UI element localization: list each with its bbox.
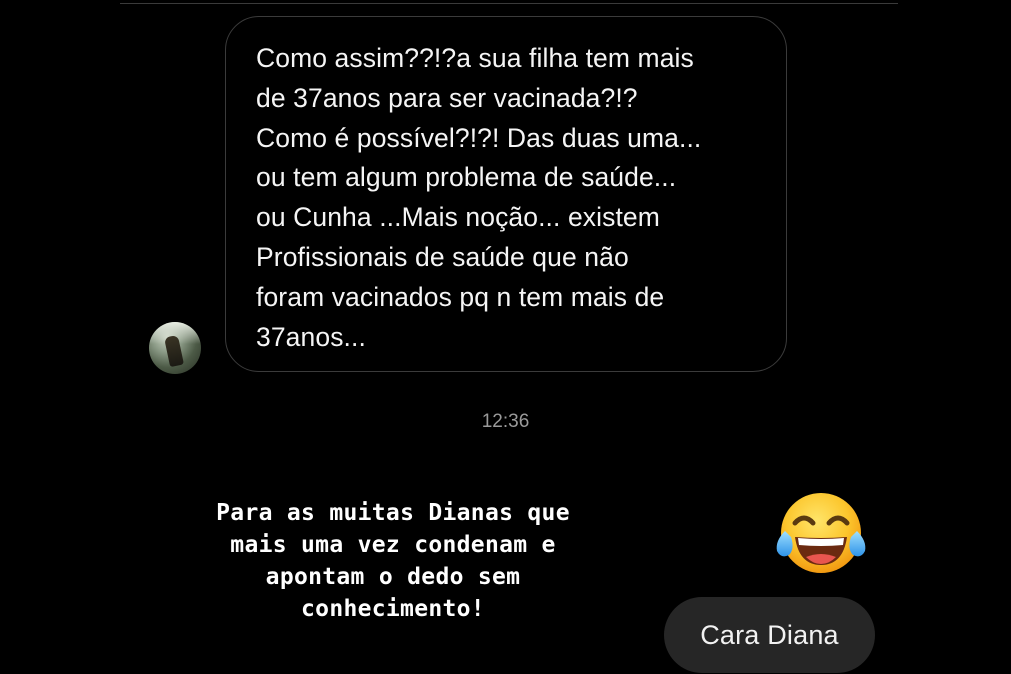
top-divider	[120, 3, 898, 4]
sent-reply-bubble[interactable]: Cara Diana	[664, 597, 875, 673]
received-message-text: Como assim??!?a sua filha tem mais de 37…	[256, 43, 702, 352]
story-caption: Para as muitas Dianas que mais uma vez c…	[216, 500, 570, 622]
sent-reply-text: Cara Diana	[700, 619, 839, 650]
laughing-tears-emoji-icon	[776, 493, 866, 573]
sender-avatar[interactable]	[149, 322, 201, 374]
received-message-bubble[interactable]: Como assim??!?a sua filha tem mais de 37…	[225, 16, 787, 372]
message-timestamp: 12:36	[481, 411, 530, 432]
